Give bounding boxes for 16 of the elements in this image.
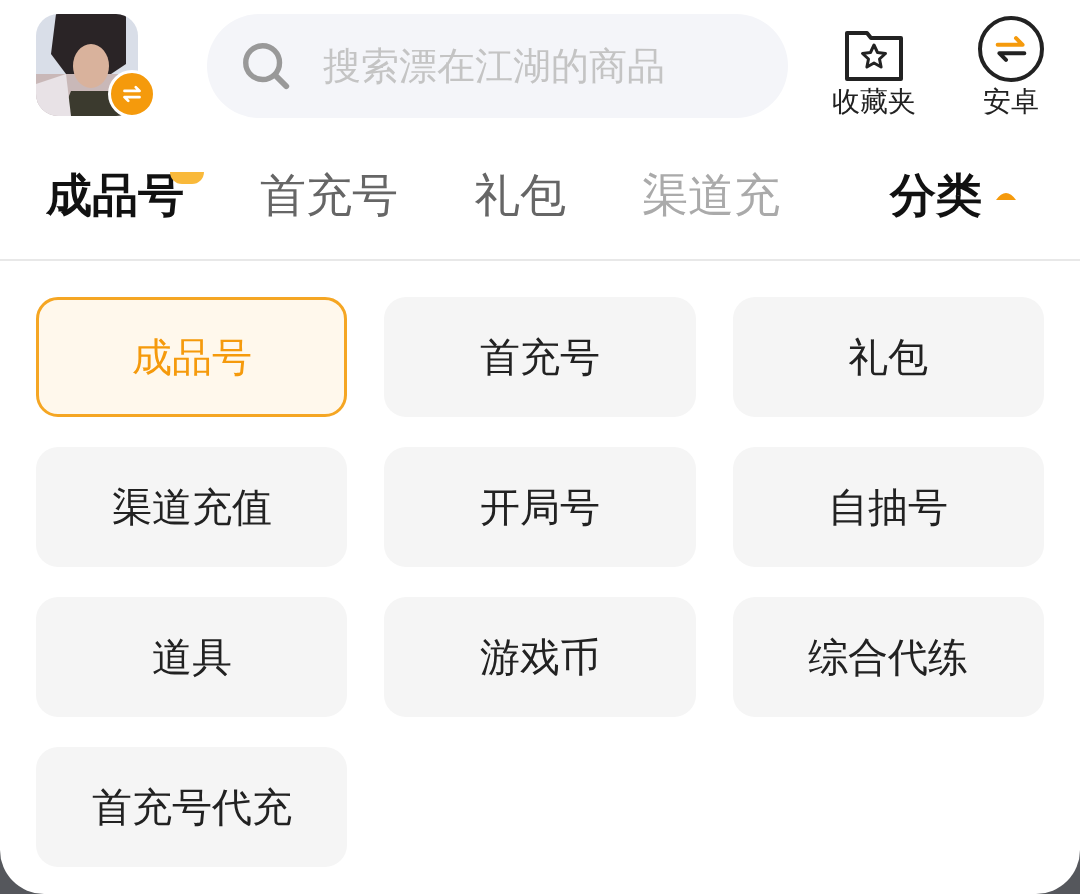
toolbar-button[interactable]: 安卓: [978, 16, 1044, 116]
tab[interactable]: 成品号: [46, 171, 204, 218]
category-button[interactable]: 首充号: [384, 297, 696, 417]
category-button[interactable]: 道具: [36, 597, 348, 717]
category-button[interactable]: 游戏币: [384, 597, 696, 717]
category-toggle[interactable]: 分类: [890, 171, 1016, 218]
category-button[interactable]: 自抽号: [732, 447, 1044, 567]
star-folder-icon: [844, 30, 904, 82]
category-button[interactable]: 礼包: [732, 297, 1044, 417]
category-button[interactable]: 首充号代充: [36, 747, 348, 867]
category-button[interactable]: 开局号: [384, 447, 696, 567]
tab[interactable]: 礼包: [474, 171, 566, 218]
toolbar-button[interactable]: 收藏夹: [832, 30, 916, 116]
category-button[interactable]: 综合代练: [732, 597, 1044, 717]
category-button[interactable]: 渠道充值: [36, 447, 348, 567]
tab[interactable]: 首充号: [260, 171, 398, 218]
